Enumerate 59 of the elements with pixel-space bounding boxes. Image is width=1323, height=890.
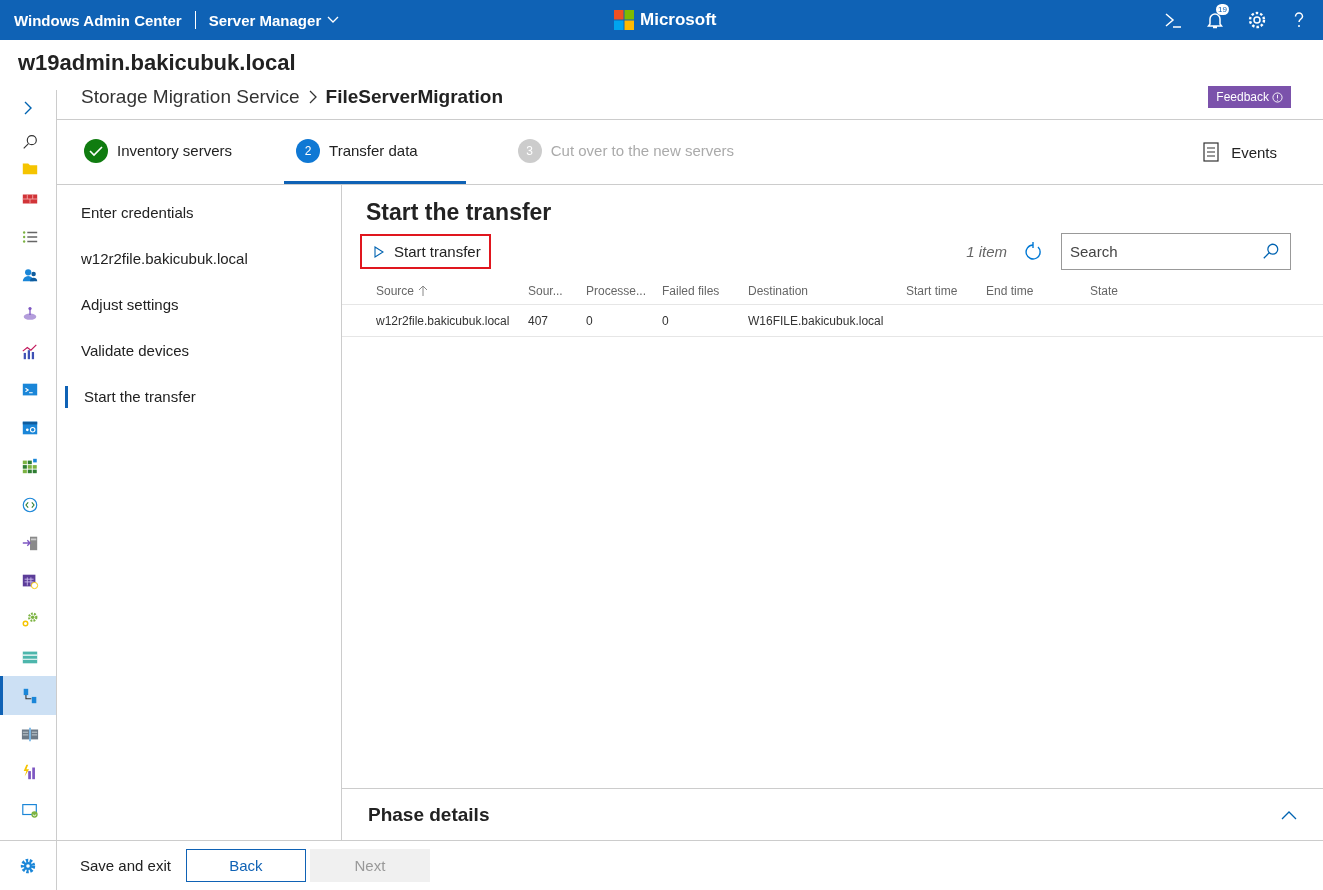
- gears-icon: [20, 610, 39, 629]
- nav-item[interactable]: Validate devices: [65, 340, 341, 362]
- tool-switcher[interactable]: Server Manager: [208, 11, 340, 29]
- column-header[interactable]: Source: [376, 283, 528, 298]
- section-title: Start the transfer: [365, 198, 553, 226]
- column-header[interactable]: End time: [986, 283, 1090, 298]
- search-field[interactable]: Search: [1061, 233, 1291, 270]
- expand-icon[interactable]: [22, 100, 34, 116]
- table-cell-text: 407: [528, 313, 550, 328]
- events-button[interactable]: Events: [1197, 120, 1283, 184]
- tiles-icon: [20, 457, 39, 476]
- brand-name: Microsoft: [640, 10, 717, 30]
- info-icon: [1272, 91, 1283, 103]
- remote-circle-icon: [20, 495, 39, 514]
- table-cell-text: W16FILE.bakicubuk.local: [748, 313, 885, 328]
- nav-item[interactable]: Enter credentials: [65, 202, 341, 224]
- table-row[interactable]: w12r2file.bakicubuk.local 407 0 0 W16FILE.bakicubuk.local: [342, 305, 1323, 337]
- column-header[interactable]: Sour...: [528, 283, 586, 298]
- breadcrumb-current: FileServerMigration: [325, 86, 503, 108]
- settings-icon[interactable]: [1247, 10, 1267, 30]
- settings-icon[interactable]: [19, 856, 37, 875]
- chevron-icon: [307, 89, 318, 105]
- terminal-icon[interactable]: [1163, 10, 1183, 30]
- step-tab[interactable]: Inventory servers: [72, 120, 245, 184]
- column-header[interactable]: Processe...: [586, 283, 662, 298]
- chevron-down-icon: [327, 16, 340, 24]
- logo-icon: [614, 10, 634, 30]
- column-header[interactable]: State: [1090, 283, 1170, 298]
- step-tab[interactable]: 2 Transfer data: [284, 120, 466, 184]
- notification-badge: 19: [1216, 4, 1229, 15]
- nav-item[interactable]: Start the transfer: [65, 386, 341, 408]
- item-count: 1 item: [966, 243, 1007, 260]
- panel-title: Phase details: [368, 803, 490, 826]
- monitor-refresh-icon: [20, 801, 39, 820]
- feedback-button[interactable]: Feedback: [1208, 86, 1291, 108]
- breadcrumb-link[interactable]: Storage Migration Service: [81, 86, 300, 108]
- product-name[interactable]: Windows Admin Center: [14, 11, 182, 29]
- nav-item[interactable]: Adjust settings: [65, 294, 341, 316]
- search-icon[interactable]: [1262, 242, 1280, 260]
- tool-button[interactable]: [0, 676, 56, 715]
- step-number: 2: [296, 138, 321, 163]
- column-header[interactable]: Failed files: [662, 283, 748, 298]
- sort-arrow-icon: [418, 284, 429, 297]
- refresh-icon[interactable]: [1023, 241, 1043, 262]
- table-cell-text: 0: [586, 313, 594, 328]
- table-cell-text: w12r2file.bakicubuk.local: [376, 313, 511, 328]
- save-and-exit-link[interactable]: Save and exit: [80, 857, 171, 874]
- bar-chart-icon: [20, 342, 39, 361]
- collapse-icon[interactable]: [1281, 809, 1297, 820]
- nav-item[interactable]: w12r2file.bakicubuk.local: [65, 248, 341, 270]
- column-header[interactable]: Start time: [906, 283, 986, 298]
- play-icon: [374, 245, 384, 258]
- column-header[interactable]: Destination: [748, 283, 906, 298]
- table-cell-text: 0: [662, 313, 670, 328]
- bell-icon[interactable]: [1205, 10, 1225, 30]
- start-transfer-button[interactable]: Start transfer: [360, 234, 491, 269]
- document-list-icon: [1203, 142, 1220, 162]
- server-name: w19admin.bakicubuk.local: [18, 50, 296, 76]
- back-button[interactable]: Back: [185, 849, 306, 882]
